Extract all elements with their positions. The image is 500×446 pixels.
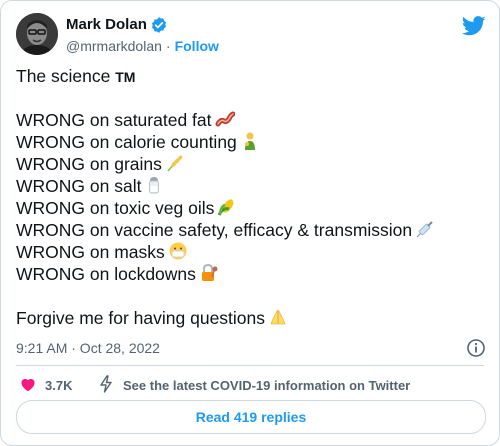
author-handle[interactable]: @mrmarkdolan xyxy=(66,38,162,54)
tweet-line: WRONG on masks xyxy=(16,241,486,263)
face-mask-icon xyxy=(168,241,188,261)
tweet-card: Mark Dolan @mrmarkdolan · Follow The scien… xyxy=(0,0,500,446)
person-eating-icon xyxy=(240,131,260,151)
tweet-closing-line: Forgive me for having questions xyxy=(16,307,486,329)
bacon-icon xyxy=(215,109,235,129)
divider xyxy=(16,365,484,366)
line-text: WRONG on toxic veg oils xyxy=(16,198,215,218)
read-replies-label: Read 419 replies xyxy=(195,409,307,425)
tweet-meta: 9:21 AM · Oct 28, 2022 xyxy=(16,339,486,357)
follow-button[interactable]: Follow xyxy=(175,38,219,54)
syringe-icon xyxy=(415,219,435,239)
lightning-icon xyxy=(99,375,113,396)
salt-shaker-icon xyxy=(144,175,164,195)
author-names: Mark Dolan @mrmarkdolan · Follow xyxy=(66,15,219,56)
tweet-intro-line: The science TM xyxy=(16,65,486,87)
line-text: WRONG on masks xyxy=(16,242,165,262)
line-text: WRONG on grains xyxy=(16,154,162,174)
separator-dot: · xyxy=(165,38,171,54)
tweet-line: WRONG on salt xyxy=(16,175,486,197)
tweet-line: WRONG on vaccine safety, efficacy & tran… xyxy=(16,219,486,241)
line-text: WRONG on calorie counting xyxy=(16,132,237,152)
twitter-bird-icon[interactable] xyxy=(461,15,486,42)
line-text: WRONG on vaccine safety, efficacy & tran… xyxy=(16,220,413,240)
read-replies-button[interactable]: Read 419 replies xyxy=(16,400,486,434)
tweet-timestamp[interactable]: 9:21 AM · Oct 28, 2022 xyxy=(16,340,160,356)
tweet-text: The science TM WRONG on saturated fat WR… xyxy=(16,65,486,329)
wheat-icon xyxy=(165,153,185,173)
verified-badge-icon xyxy=(150,16,168,34)
line-text: WRONG on saturated fat xyxy=(16,110,212,130)
heart-icon xyxy=(19,375,37,396)
tweet-line: WRONG on saturated fat xyxy=(16,109,486,131)
tweet-line: WRONG on toxic veg oils xyxy=(16,197,486,219)
trademark-mark: TM xyxy=(115,69,136,85)
closing-text: Forgive me for having questions xyxy=(16,308,266,328)
tweet-line: WRONG on calorie counting xyxy=(16,131,486,153)
tweet-header: Mark Dolan @mrmarkdolan · Follow xyxy=(16,13,486,57)
line-text: WRONG on salt xyxy=(16,176,142,196)
like-count: 3.7K xyxy=(45,378,73,393)
lock-key-icon xyxy=(199,263,219,283)
tweet-line: WRONG on lockdowns xyxy=(16,263,486,285)
tweet-line: WRONG on grains xyxy=(16,153,486,175)
covid-info-link[interactable]: See the latest COVID-19 information on T… xyxy=(99,375,410,396)
intro-text: The science xyxy=(16,66,111,86)
folded-hands-icon xyxy=(268,307,288,327)
avatar[interactable] xyxy=(16,13,58,55)
covid-info-label: See the latest COVID-19 information on T… xyxy=(123,378,411,393)
author-name[interactable]: Mark Dolan xyxy=(66,15,147,34)
info-icon[interactable] xyxy=(466,338,486,362)
tweet-actions: 3.7K See the latest COVID-19 information… xyxy=(16,375,486,395)
corn-icon xyxy=(217,197,237,217)
like-button[interactable]: 3.7K xyxy=(19,375,72,396)
line-text: WRONG on lockdowns xyxy=(16,264,196,284)
